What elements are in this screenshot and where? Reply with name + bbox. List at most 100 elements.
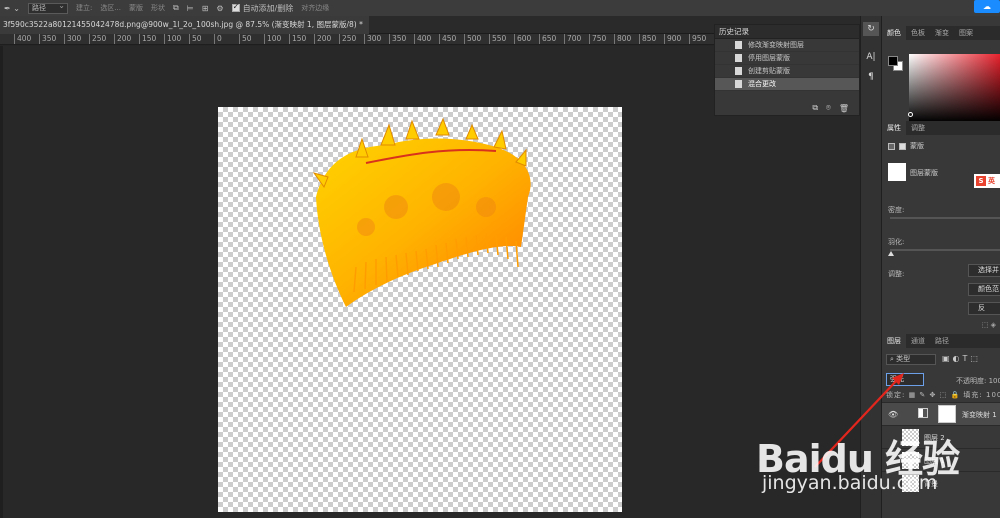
ime-badge[interactable]: S英 bbox=[974, 174, 1000, 188]
history-panel-icon[interactable]: ↻ bbox=[863, 22, 879, 36]
tab-swatches[interactable]: 色板 bbox=[906, 26, 930, 40]
eye-icon[interactable]: 👁 bbox=[888, 410, 898, 419]
layer-mask-thumbnail[interactable] bbox=[938, 405, 956, 423]
mask-actions-icons[interactable]: ⬚ ◈ bbox=[982, 321, 996, 329]
shape-button[interactable]: 形状 bbox=[147, 0, 169, 16]
tab-paths[interactable]: 路径 bbox=[930, 334, 954, 348]
layer-filter-select[interactable]: ⌕ 类型 bbox=[886, 354, 936, 365]
ruler-tick-label: 150 bbox=[289, 34, 306, 44]
ruler-tick-label: 250 bbox=[89, 34, 106, 44]
history-item[interactable]: 修改渐变映射图层 bbox=[715, 39, 859, 52]
tab-adjustments[interactable]: 调整 bbox=[906, 121, 930, 135]
mask-header-label: 蒙版 bbox=[910, 142, 924, 150]
color-panel-tabs: 颜色 色板 渐变 图案 bbox=[882, 26, 1000, 40]
history-source-toggle[interactable] bbox=[715, 65, 727, 78]
history-source-toggle[interactable] bbox=[715, 39, 727, 52]
blend-mode-select[interactable]: 强光 bbox=[886, 373, 924, 386]
ruler-tick-label: 950 bbox=[689, 34, 706, 44]
pen-tool-icon[interactable]: ✒ ⌄ bbox=[0, 0, 24, 16]
history-item-label: 修改渐变映射图层 bbox=[748, 41, 804, 49]
path-arrangement-icon[interactable]: ⊞ bbox=[198, 0, 213, 16]
pixel-mask-icon[interactable] bbox=[888, 142, 895, 150]
vector-mask-icon[interactable] bbox=[899, 142, 906, 150]
ruler-tick-label: 850 bbox=[639, 34, 656, 44]
opacity-field[interactable]: 不透明度: 100 bbox=[956, 376, 1000, 386]
layer-filter-icons[interactable]: ▣◐T⬚ bbox=[942, 354, 981, 363]
gradient-map-adjustment-icon bbox=[918, 408, 928, 418]
ruler-tick-label: 750 bbox=[589, 34, 606, 44]
tab-color[interactable]: 颜色 bbox=[882, 26, 906, 40]
feather-slider[interactable] bbox=[890, 249, 1000, 251]
new-document-from-state-icon[interactable]: ⧉ bbox=[812, 103, 818, 113]
ruler-tick-label: 150 bbox=[139, 34, 156, 44]
layer-name: 图层 2 bbox=[924, 434, 945, 442]
select-and-mask-button[interactable]: 选择并 bbox=[968, 264, 1000, 277]
history-item[interactable]: 创建剪贴蒙版 bbox=[715, 65, 859, 78]
ime-mode-label: 英 bbox=[988, 177, 995, 185]
history-item[interactable]: 混合更改 bbox=[715, 78, 859, 91]
trash-icon[interactable]: 🗑 bbox=[839, 104, 849, 113]
ruler-tick-label: 400 bbox=[14, 34, 31, 44]
ruler-tick-label: 900 bbox=[664, 34, 681, 44]
history-panel-title: 历史记录 bbox=[715, 25, 859, 39]
tab-gradients[interactable]: 渐变 bbox=[930, 26, 954, 40]
path-mode-select[interactable]: 路径 bbox=[27, 1, 68, 14]
history-source-toggle[interactable] bbox=[715, 78, 727, 91]
document-icon bbox=[735, 41, 742, 49]
document-tab[interactable]: 3f590c3522a80121455042478d.png@900w_1l_2… bbox=[0, 16, 369, 34]
tab-channels[interactable]: 通道 bbox=[906, 334, 930, 348]
history-item-label: 创建剪贴蒙版 bbox=[748, 67, 790, 75]
ruler-tick-label: 650 bbox=[539, 34, 556, 44]
color-panel: 颜色 色板 渐变 图案 bbox=[882, 26, 1000, 126]
layer-mask-label: 图层蒙版 bbox=[910, 169, 938, 177]
cloud-icon[interactable]: ☁ bbox=[974, 0, 1000, 13]
layer-row[interactable]: 👁 渐变映射 1 bbox=[882, 402, 1000, 425]
ruler-tick-label: 300 bbox=[364, 34, 381, 44]
auto-add-checkbox[interactable]: 自动添加/删除 bbox=[228, 0, 298, 16]
selection-button[interactable]: 选区... bbox=[96, 0, 125, 16]
color-picker-field[interactable] bbox=[909, 54, 1000, 122]
fill-field[interactable]: 填充: 100 bbox=[963, 391, 1000, 399]
horizontal-ruler[interactable]: 400 350 300 250 200 150 100 50 0 50 100 150 200 250 30… bbox=[0, 34, 714, 45]
tab-properties[interactable]: 属性 bbox=[882, 121, 906, 135]
paragraph-panel-icon[interactable]: ¶ bbox=[863, 70, 879, 84]
align-edges-checkbox[interactable]: 对齐边缘 bbox=[297, 0, 333, 16]
color-picker-cursor[interactable] bbox=[908, 112, 913, 117]
feather-slider-knob[interactable] bbox=[888, 251, 894, 256]
foreground-color-swatch[interactable] bbox=[888, 56, 898, 66]
history-list: 修改渐变映射图层 停用图层蒙版 创建剪贴蒙版混合更改 bbox=[715, 39, 859, 91]
path-alignment-icon[interactable]: ⊨ bbox=[183, 0, 198, 16]
ruler-tick-label: 400 bbox=[414, 34, 431, 44]
ruler-tick-label: 0 bbox=[214, 34, 222, 44]
layer-row[interactable]: 图层 1 bbox=[882, 448, 1000, 471]
build-label: 建立: bbox=[75, 4, 93, 12]
density-label: 密度: bbox=[888, 206, 905, 214]
feather-label: 羽化: bbox=[888, 238, 905, 246]
layer-name: 图层 1 bbox=[924, 457, 945, 465]
ruler-tick-label: 550 bbox=[489, 34, 506, 44]
history-item-label: 停用图层蒙版 bbox=[748, 54, 790, 62]
document-canvas[interactable] bbox=[218, 107, 622, 512]
layer-thumbnail bbox=[902, 429, 919, 446]
tab-patterns[interactable]: 图案 bbox=[954, 26, 978, 40]
gear-icon[interactable]: ⚙ bbox=[212, 0, 227, 16]
tab-layers[interactable]: 图层 bbox=[882, 334, 906, 348]
properties-panel: 属性 调整 蒙版 图层蒙版 S英 密度: 羽化: 调整: 选择并 颜色范 反 ⬚… bbox=[882, 121, 1000, 336]
document-icon bbox=[735, 80, 742, 88]
panel-icon-strip: ↻ A| ¶ bbox=[860, 16, 882, 518]
color-range-button[interactable]: 颜色范 bbox=[968, 283, 1000, 296]
camera-icon[interactable]: ⌾ bbox=[826, 103, 831, 113]
layer-row[interactable]: 背景 bbox=[882, 471, 1000, 494]
history-footer: ⧉ ⌾ 🗑 bbox=[715, 101, 859, 115]
path-operations-icon[interactable]: ⧉ bbox=[169, 0, 183, 16]
layer-row[interactable]: 图层 2 bbox=[882, 425, 1000, 448]
invert-button[interactable]: 反 bbox=[968, 302, 1000, 315]
density-slider[interactable] bbox=[890, 217, 1000, 219]
lock-icons[interactable]: ▦ ✎ ✥ ⬚ 🔒 bbox=[909, 391, 961, 399]
mask-button[interactable]: 蒙版 bbox=[125, 0, 147, 16]
character-panel-icon[interactable]: A| bbox=[863, 50, 879, 64]
ruler-tick-label: 450 bbox=[439, 34, 456, 44]
lock-label: 锁定: bbox=[886, 391, 906, 399]
history-item[interactable]: 停用图层蒙版 bbox=[715, 52, 859, 65]
history-source-toggle[interactable] bbox=[715, 52, 727, 65]
